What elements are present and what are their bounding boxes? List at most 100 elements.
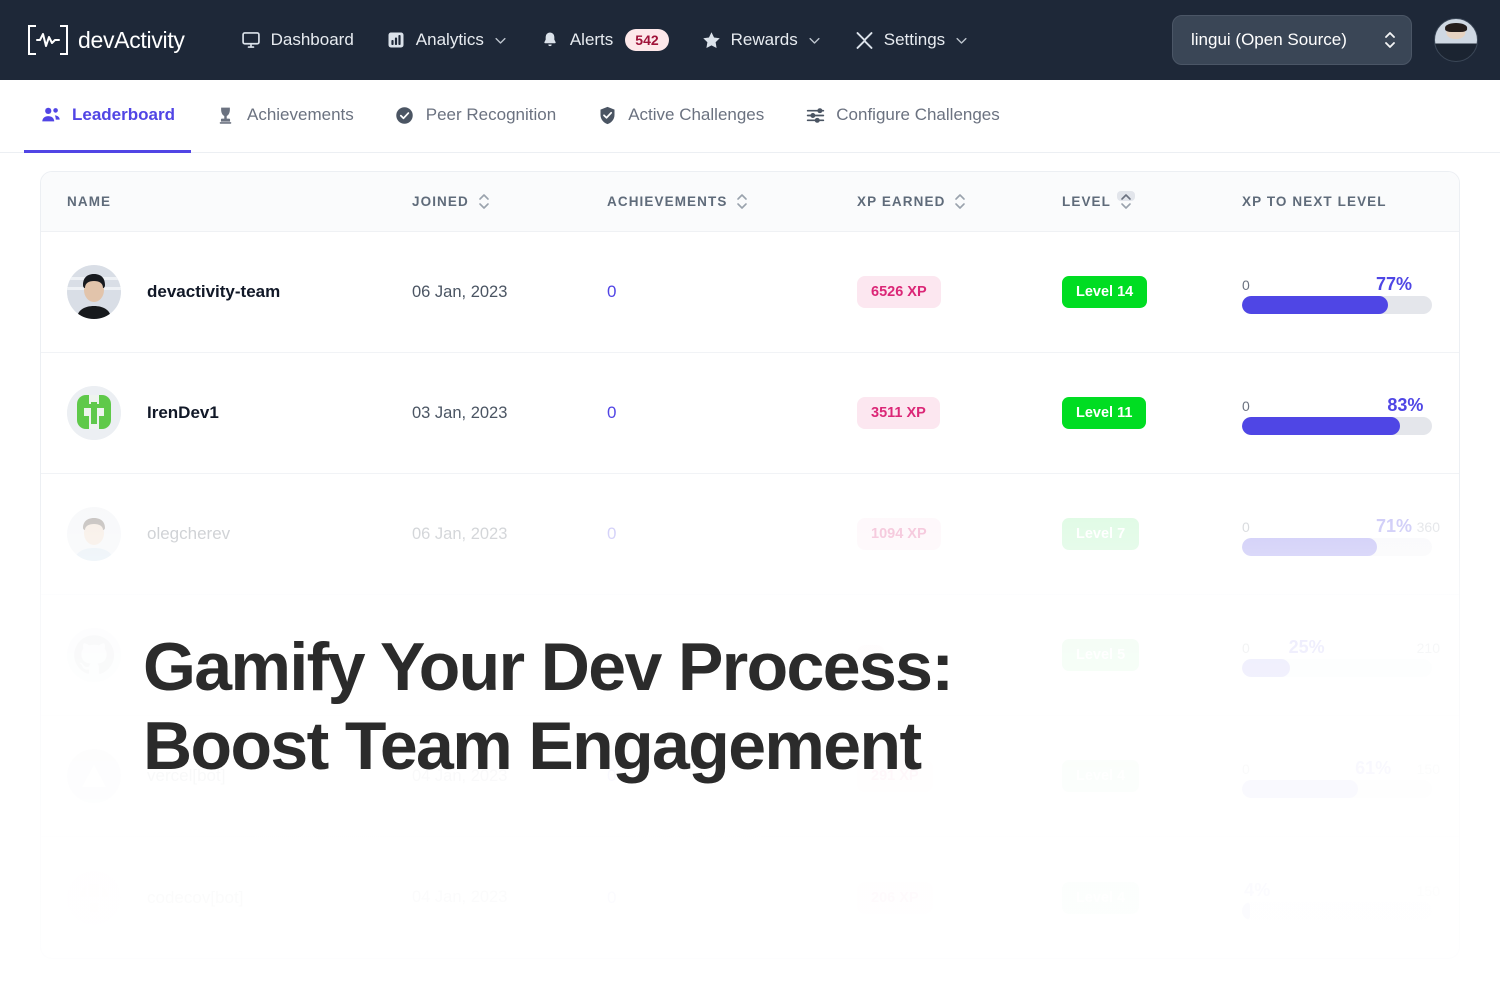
sort-toggle-xp-earned[interactable] — [953, 193, 967, 210]
github-icon-avatar — [67, 628, 121, 682]
tab-configure-challenges[interactable]: Configure Challenges — [788, 80, 1016, 153]
chevron-down-icon — [807, 33, 822, 48]
photo-avatar-light-avatar — [67, 507, 121, 561]
progress-max-label: 150 — [1416, 761, 1440, 777]
user-name: codecov[bot] — [147, 887, 244, 907]
progress-min-label: 0 — [1242, 519, 1250, 535]
level-badge: Level 4 — [1062, 881, 1140, 914]
repository-select[interactable]: lingui (Open Source) — [1172, 15, 1412, 65]
xp-badge: 6526 XP — [857, 276, 941, 308]
nav-item-dashboard[interactable]: Dashboard — [229, 22, 366, 59]
progress-min-label: 0 — [1242, 761, 1250, 777]
up-down-chevron-icon — [1383, 31, 1397, 49]
sort-toggle-achievements[interactable] — [735, 193, 749, 210]
col-label-level: LEVEL — [1062, 194, 1112, 209]
nav-label-rewards: Rewards — [730, 30, 798, 49]
table-row[interactable]: Level 5 0 210 25% — [41, 595, 1459, 716]
wrench-screwdriver-icon — [854, 30, 875, 51]
level-badge: Level 4 — [1062, 760, 1140, 792]
tab-leaderboard[interactable]: Leaderboard — [24, 80, 191, 153]
xp-progress: 0 210 25% — [1242, 633, 1440, 677]
table-row[interactable]: vercel[bot] 04 Jan, 2023 0 291 XP Level … — [41, 716, 1459, 837]
progress-fill — [1242, 296, 1389, 314]
col-label-joined: JOINED — [412, 194, 469, 209]
table-header-row: NAME JOINED ACHIEVEMENTS XP EARNED LEVEL… — [41, 172, 1459, 232]
cell-level: Level 4 — [1062, 760, 1242, 792]
progress-fill — [1242, 780, 1358, 798]
progress-fill — [1242, 417, 1400, 435]
tab-active-challenges[interactable]: Active Challenges — [580, 80, 780, 153]
xp-badge: 3511 XP — [857, 397, 940, 429]
cell-xp-to-next: 0 83% — [1242, 391, 1459, 435]
nav-label-alerts: Alerts — [569, 30, 614, 49]
sliders-icon — [804, 104, 826, 126]
col-header-xp-to-next-level: XP TO NEXT LEVEL — [1242, 194, 1459, 209]
col-header-level: LEVEL — [1062, 191, 1242, 210]
cell-xp-to-next: 150 4% — [1242, 876, 1459, 920]
xp-badge: 1094 XP — [857, 518, 941, 550]
cell-name: IrenDev1 — [67, 386, 412, 440]
cell-level: Level 14 — [1062, 276, 1242, 308]
tab-label-active-challenges: Active Challenges — [628, 105, 765, 124]
bell-icon — [540, 30, 561, 51]
sort-toggle-level[interactable] — [1117, 191, 1136, 210]
table-row[interactable]: olegcherev 06 Jan, 2023 0 1094 XP Level … — [41, 474, 1459, 595]
table-row[interactable]: devactivity-team 06 Jan, 2023 0 6526 XP … — [41, 232, 1459, 353]
leaderboard-table: NAME JOINED ACHIEVEMENTS XP EARNED LEVEL… — [40, 171, 1460, 959]
cell-xp-to-next: 0 360 71% — [1242, 512, 1459, 556]
nav-item-rewards[interactable]: Rewards — [689, 22, 834, 59]
monitor-icon — [241, 30, 262, 51]
xp-badge: 206 XP — [857, 881, 933, 914]
cell-joined: 06 Jan, 2023 — [412, 282, 508, 301]
brand-logo[interactable]: devActivity — [28, 25, 185, 55]
xp-progress: 150 4% — [1242, 876, 1440, 920]
star-icon — [701, 30, 722, 51]
col-label-name: NAME — [67, 194, 112, 209]
xp-progress: 0 360 71% — [1242, 512, 1440, 556]
tab-label-peer-recognition: Peer Recognition — [425, 105, 557, 124]
col-header-achievements: ACHIEVEMENTS — [607, 193, 857, 210]
cell-xp-to-next: 0 150 61% — [1242, 754, 1459, 798]
col-label-xp-to-next-level: XP TO NEXT LEVEL — [1242, 194, 1387, 209]
user-name: olegcherev — [147, 524, 231, 543]
progress-max-label: 360 — [1416, 519, 1440, 535]
progress-track — [1242, 296, 1432, 314]
progress-percent-label: 77% — [1375, 274, 1413, 294]
nav-item-settings[interactable]: Settings — [842, 22, 981, 59]
brand-name: devActivity — [78, 26, 185, 53]
tab-label-leaderboard: Leaderboard — [72, 105, 175, 124]
table-row[interactable]: IrenDev1 03 Jan, 2023 0 3511 XP Level 11… — [41, 353, 1459, 474]
vercel-triangle-icon-avatar — [67, 749, 121, 803]
progress-track — [1242, 417, 1432, 435]
cell-xp-earned: 3511 XP — [857, 397, 1062, 429]
cell-achievements: 0 — [607, 282, 617, 301]
tab-achievements[interactable]: Achievements — [199, 80, 370, 153]
cell-xp-to-next: 0 210 25% — [1242, 633, 1459, 677]
cell-xp-earned: 206 XP — [857, 881, 1062, 914]
user-avatar[interactable] — [1434, 18, 1478, 62]
progress-track — [1242, 538, 1432, 556]
progress-percent-label: 61% — [1355, 758, 1392, 778]
sort-toggle-joined[interactable] — [477, 193, 491, 210]
col-label-xp-earned: XP EARNED — [857, 194, 946, 209]
table-row[interactable]: codecov[bot] 04 Jan, 2023 0 206 XP Level… — [41, 837, 1459, 958]
app-root: devActivity Dashboard Analytics Alerts 5… — [0, 0, 1500, 1000]
progress-min-label: 0 — [1242, 277, 1250, 293]
cell-name — [67, 628, 412, 682]
nav-label-analytics: Analytics — [415, 30, 484, 49]
tab-peer-recognition[interactable]: Peer Recognition — [378, 80, 572, 153]
repository-select-value: lingui (Open Source) — [1191, 30, 1347, 49]
green-square-logo-avatar — [67, 386, 121, 440]
xp-progress: 0 83% — [1242, 391, 1432, 435]
level-badge: Level 7 — [1062, 518, 1140, 550]
col-header-name: NAME — [67, 194, 412, 209]
sort-asc-level[interactable] — [1117, 191, 1136, 201]
progress-max-label: 210 — [1416, 640, 1440, 656]
progress-percent-label: 4% — [1244, 879, 1271, 900]
chevron-down-icon — [493, 33, 508, 48]
nav-item-analytics[interactable]: Analytics — [374, 22, 520, 59]
nav-item-alerts[interactable]: Alerts 542 — [528, 21, 681, 59]
level-badge: Level 11 — [1062, 397, 1147, 429]
progress-percent-label: 25% — [1288, 637, 1325, 657]
cell-achievements: 0 — [607, 887, 617, 907]
